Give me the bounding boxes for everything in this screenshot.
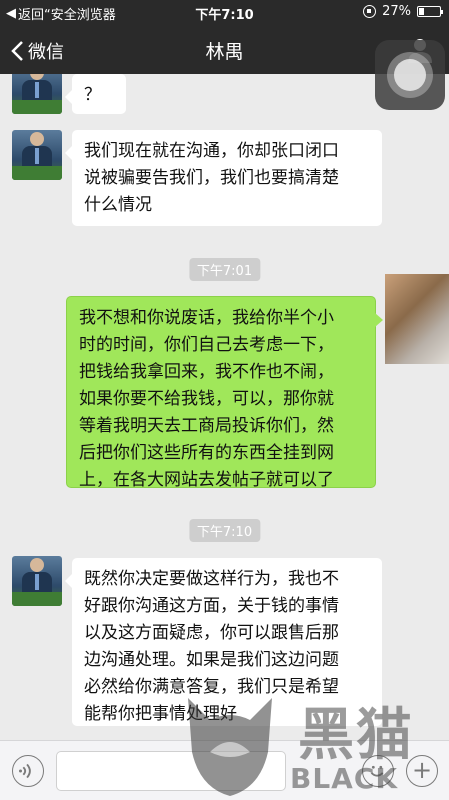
battery-percent: 27% [382, 4, 411, 19]
message-bubble-sent[interactable]: 我不想和你说废话，我给你半个小 时的时间，你们自己去考虑一下， 把钱给我拿回来，… [66, 296, 383, 490]
watermark-en: BLACK CAT [290, 762, 399, 800]
black-cat-watermark: 黑猫 BLACK CAT [180, 690, 449, 800]
assistive-touch-button[interactable] [375, 40, 445, 110]
timestamp-badge: 下午7:10 [188, 519, 261, 542]
rotation-lock-icon [363, 5, 377, 18]
contact-avatar[interactable] [12, 556, 62, 606]
message-bubble-received[interactable]: ？ [65, 74, 126, 114]
status-right: 27% [363, 4, 443, 19]
voice-icon[interactable] [12, 755, 44, 787]
chat-area[interactable]: ？ 我们现在就在沟通，你却张口闭口 说被骗要告我们，我们也要搞清楚 什么情况 下… [0, 74, 449, 740]
contact-avatar[interactable] [12, 130, 62, 180]
status-bar: ◀ 返回“安全浏览器 下午7:10 27% [0, 0, 449, 26]
black-cat-logo-icon [188, 698, 272, 796]
timestamp-badge: 下午7:01 [188, 258, 261, 281]
battery-icon [417, 6, 443, 17]
contact-avatar[interactable] [12, 74, 62, 114]
watermark-cn: 黑猫 [298, 703, 414, 768]
my-avatar[interactable] [385, 274, 449, 364]
message-bubble-received[interactable]: 我们现在就在沟通，你却张口闭口 说被骗要告我们，我们也要搞清楚 什么情况 [65, 130, 382, 226]
